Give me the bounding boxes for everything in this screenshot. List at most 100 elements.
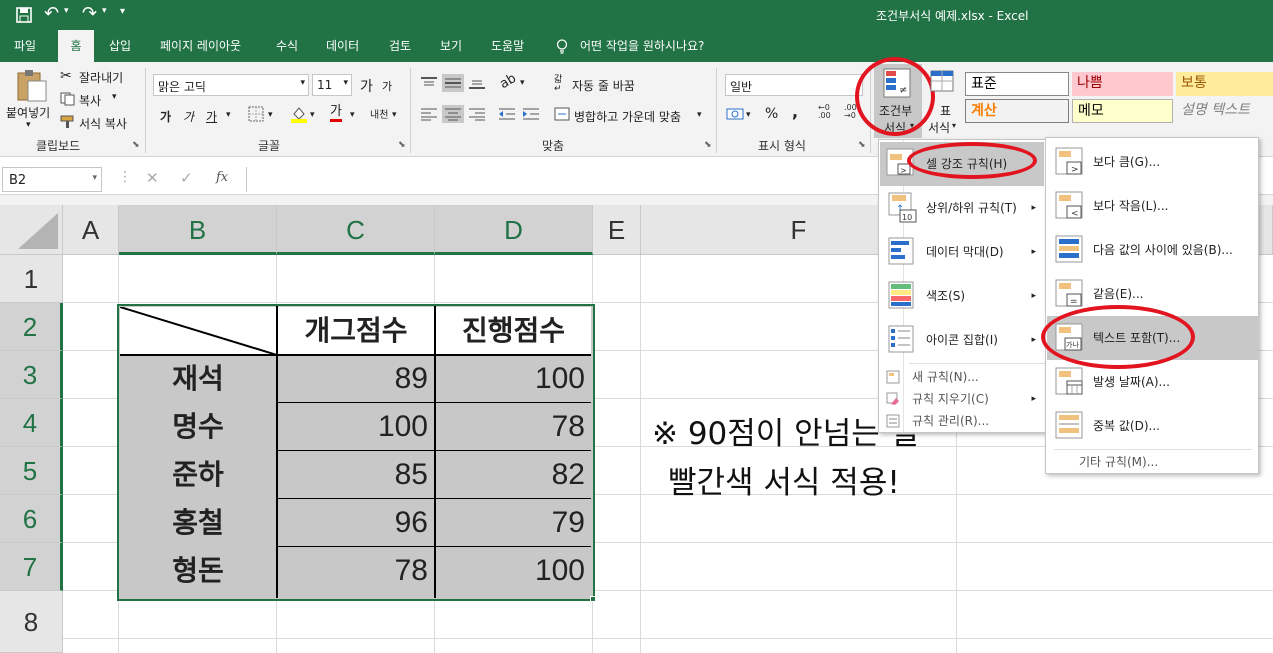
copy-icon[interactable]: [60, 92, 76, 106]
tab-home[interactable]: 홈: [58, 30, 94, 62]
increase-decimal-icon[interactable]: ←0.00: [818, 104, 831, 120]
paste-label[interactable]: 붙여넣기: [6, 104, 50, 121]
align-right-icon[interactable]: [468, 107, 486, 121]
merge-center-button[interactable]: 병합하고 가운데 맞춤: [574, 108, 681, 125]
align-left-icon[interactable]: [420, 107, 438, 121]
paste-dropdown-icon[interactable]: ▾: [26, 120, 31, 130]
enter-icon[interactable]: ✓: [180, 169, 193, 187]
menu-top-bottom-rules[interactable]: ↑10 상위/하위 규칙(T) ▸: [880, 186, 1044, 230]
format-painter-icon[interactable]: [60, 115, 76, 129]
copy-button[interactable]: 복사: [79, 92, 101, 109]
percent-style-button[interactable]: %: [765, 106, 778, 122]
col-header-d[interactable]: D: [435, 205, 593, 255]
font-name-select[interactable]: 맑은 고딕 ▾: [153, 74, 309, 96]
phonetic-button[interactable]: 내천: [370, 106, 388, 121]
merge-center-icon[interactable]: [554, 107, 570, 121]
row-header-1[interactable]: 1: [0, 255, 63, 303]
align-middle-icon[interactable]: [442, 74, 464, 92]
row-header-7[interactable]: 7: [0, 543, 63, 591]
style-note[interactable]: 메모: [1072, 99, 1173, 123]
submenu-greater-than[interactable]: > 보다 큼(G)...: [1047, 140, 1259, 184]
submenu-less-than[interactable]: < 보다 작음(L)...: [1047, 184, 1259, 228]
align-center-icon[interactable]: [442, 105, 464, 123]
tab-view[interactable]: 보기: [438, 30, 464, 62]
decrease-indent-icon[interactable]: [498, 107, 516, 121]
menu-clear-rules[interactable]: 규칙 지우기(C) ▸: [880, 388, 1044, 410]
submenu-more-rules[interactable]: 기타 규칙(M)...: [1047, 451, 1259, 473]
alignment-launcher-icon[interactable]: ⬊: [704, 140, 712, 150]
underline-button[interactable]: 가: [206, 108, 217, 125]
style-bad[interactable]: 나쁨: [1072, 72, 1173, 96]
phonetic-dropdown-icon[interactable]: ▾: [392, 110, 397, 120]
format-as-table-button[interactable]: 표 서식 ▾: [924, 64, 960, 138]
wrap-text-button[interactable]: 자동 줄 바꿈: [572, 77, 635, 94]
tell-me-search[interactable]: 어떤 작업을 원하시나요?: [578, 30, 706, 62]
clipboard-launcher-icon[interactable]: ⬊: [132, 140, 140, 150]
name-box[interactable]: B2 ▾: [2, 167, 102, 192]
increase-indent-icon[interactable]: [522, 107, 540, 121]
col-header-b[interactable]: B: [119, 205, 277, 255]
paste-icon[interactable]: [14, 68, 48, 102]
align-top-icon[interactable]: [420, 76, 438, 90]
comma-style-button[interactable]: ,: [792, 102, 798, 121]
bold-button[interactable]: 가: [160, 108, 171, 125]
shrink-font-button[interactable]: 가: [382, 78, 392, 94]
font-color-button[interactable]: 가: [330, 104, 342, 122]
tab-insert[interactable]: 삽입: [107, 30, 133, 62]
underline-dropdown-icon[interactable]: ▾: [226, 110, 231, 120]
font-color-dropdown-icon[interactable]: ▾: [350, 110, 355, 120]
tab-data[interactable]: 데이터: [324, 30, 361, 62]
col-header-a[interactable]: A: [63, 205, 119, 255]
tab-help[interactable]: 도움말: [489, 30, 526, 62]
borders-icon[interactable]: [248, 106, 264, 122]
style-normal[interactable]: 표준: [965, 72, 1069, 96]
align-bottom-icon[interactable]: [468, 76, 486, 90]
note-line-2[interactable]: 빨간색 서식 적용!: [668, 457, 948, 502]
grow-font-button[interactable]: 가: [360, 76, 373, 96]
undo-dropdown-icon[interactable]: ▾: [64, 6, 69, 16]
borders-dropdown-icon[interactable]: ▾: [268, 110, 273, 120]
merge-dropdown-icon[interactable]: ▾: [697, 110, 702, 120]
number-launcher-icon[interactable]: ⬊: [858, 140, 866, 150]
decrease-decimal-icon[interactable]: .00 →0: [844, 104, 857, 120]
fill-color-icon[interactable]: [290, 105, 308, 123]
cut-button[interactable]: 잘라내기: [79, 69, 123, 86]
font-launcher-icon[interactable]: ⬊: [398, 140, 406, 150]
fill-dropdown-icon[interactable]: ▾: [310, 110, 315, 120]
row-header-4[interactable]: 4: [0, 399, 63, 447]
copy-dropdown-icon[interactable]: ▾: [112, 92, 117, 102]
insert-function-icon[interactable]: fx: [216, 170, 228, 185]
menu-data-bars[interactable]: 데이터 막대(D) ▸: [880, 230, 1044, 274]
row-header-6[interactable]: 6: [0, 495, 63, 543]
style-explanatory[interactable]: 설명 텍스트: [1176, 99, 1273, 123]
cut-icon[interactable]: ✂: [60, 68, 72, 84]
col-header-e[interactable]: E: [593, 205, 641, 255]
style-neutral[interactable]: 보통: [1176, 72, 1273, 96]
style-calculation[interactable]: 계산: [965, 99, 1069, 123]
row-header-3[interactable]: 3: [0, 351, 63, 399]
row-header-2[interactable]: 2: [0, 303, 63, 351]
orientation-icon[interactable]: ab: [497, 71, 519, 92]
submenu-date-occurring[interactable]: 발생 날짜(A)...: [1047, 360, 1259, 404]
menu-new-rule[interactable]: 새 규칙(N)...: [880, 366, 1044, 388]
undo-icon[interactable]: ↶: [44, 3, 59, 24]
tab-page-layout[interactable]: 페이지 레이아웃: [158, 30, 243, 62]
menu-icon-sets[interactable]: 아이콘 집합(I) ▸: [880, 318, 1044, 362]
font-size-select[interactable]: 11 ▾: [312, 74, 352, 96]
number-format-select[interactable]: 일반: [725, 74, 863, 96]
redo-icon[interactable]: ↷: [82, 3, 97, 24]
col-header-c[interactable]: C: [277, 205, 435, 255]
orientation-dropdown-icon[interactable]: ▾: [520, 78, 525, 88]
tab-review[interactable]: 검토: [387, 30, 413, 62]
accounting-format-icon[interactable]: [726, 106, 744, 122]
italic-button[interactable]: 가: [183, 108, 194, 125]
accounting-dropdown-icon[interactable]: ▾: [746, 110, 751, 120]
customize-qat-icon[interactable]: ▾: [120, 6, 125, 17]
row-header-5[interactable]: 5: [0, 447, 63, 495]
tab-file[interactable]: 파일: [12, 30, 38, 62]
menu-manage-rules[interactable]: 규칙 관리(R)...: [880, 410, 1044, 432]
redo-dropdown-icon[interactable]: ▾: [102, 6, 107, 16]
cancel-icon[interactable]: ✕: [146, 169, 159, 187]
submenu-between[interactable]: 다음 값의 사이에 있음(B)...: [1047, 228, 1259, 272]
format-painter-button[interactable]: 서식 복사: [79, 115, 127, 132]
